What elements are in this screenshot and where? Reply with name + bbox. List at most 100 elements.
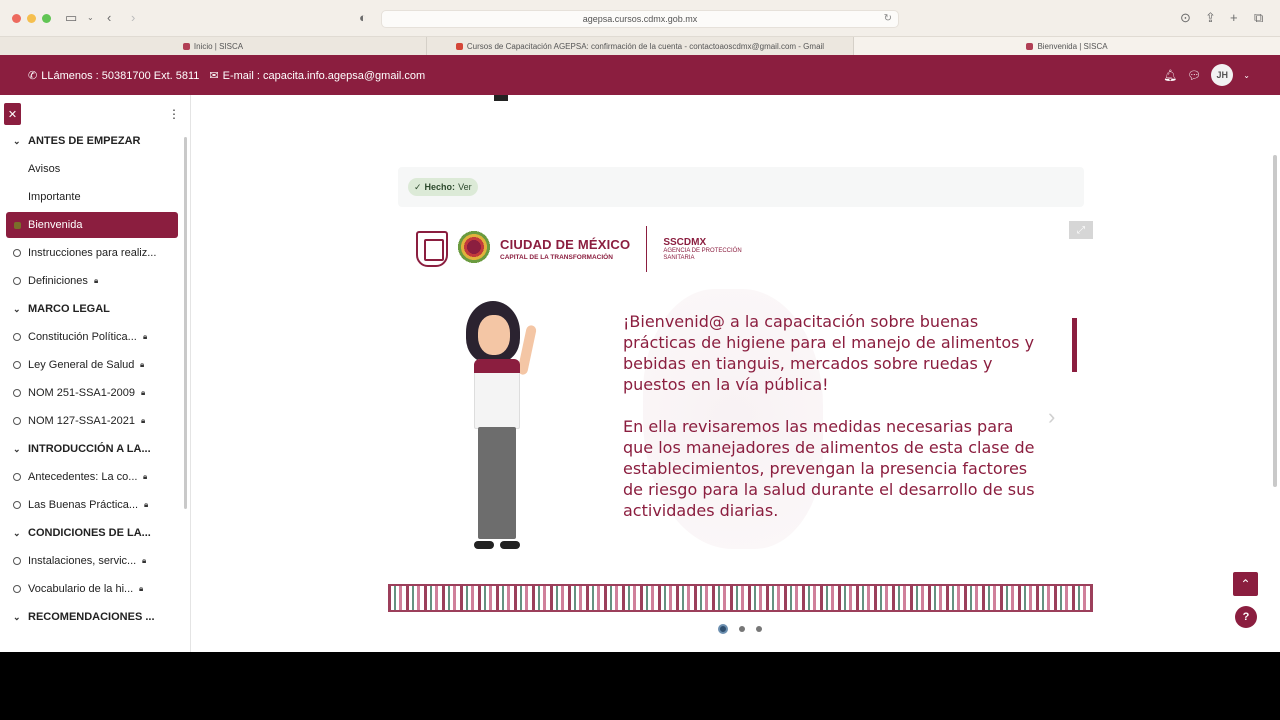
accent-bar <box>1072 318 1077 372</box>
check-icon: ✓ <box>414 181 422 192</box>
new-tab-icon[interactable]: + <box>1230 10 1238 26</box>
cdmx-wordmark: CIUDAD DE MÉXICO CAPITAL DE LA TRANSFORM… <box>500 237 630 261</box>
avatar[interactable]: JH <box>1211 64 1234 86</box>
sidebar-item[interactable]: Instrucciones para realiz... <box>0 242 184 264</box>
sidebar-item-label: Las Buenas Práctica... <box>28 499 139 511</box>
tab-label: Cursos de Capacitación AGEPSA: confirmac… <box>466 41 825 51</box>
sidebar-item-label: Bienvenida <box>28 219 83 231</box>
pagination-dot[interactable] <box>718 624 728 634</box>
download-icon[interactable]: ⊙ <box>1180 10 1191 26</box>
done-badge[interactable]: ✓ Hecho: Ver <box>408 178 478 196</box>
phone-text: LLámenos : 50381700 Ext. 5811 <box>41 69 200 82</box>
close-sidebar-button[interactable]: ✕ <box>4 103 21 125</box>
share-icon[interactable]: ⇪ <box>1205 10 1216 26</box>
tab-label: Bienvenida | SISCA <box>1037 41 1108 51</box>
chevron-down-icon[interactable]: ⌄ <box>13 304 21 315</box>
chevron-down-icon[interactable]: ⌄ <box>13 528 21 539</box>
bell-icon[interactable]: 🔔︎ <box>1163 69 1177 82</box>
chevron-down-icon[interactable]: ⌄ <box>13 444 21 455</box>
character-illustration <box>456 301 556 571</box>
tab-inicio[interactable]: Inicio | SISCA <box>0 37 427 56</box>
lock-icon: 🔒︎ <box>143 472 148 481</box>
sidebar-section[interactable]: ⌄ RECOMENDACIONES ... <box>0 606 184 628</box>
sidebar-item[interactable]: Antecedentes: La co... 🔒︎ <box>0 466 184 488</box>
next-slide-icon[interactable]: › <box>1048 404 1055 430</box>
pagination-dot[interactable] <box>739 626 745 632</box>
gmail-favicon-icon <box>455 43 463 50</box>
chat-icon[interactable]: 💬︎ <box>1187 69 1201 82</box>
privacy-shield-icon[interactable]: ◐ <box>359 10 367 26</box>
reload-icon[interactable]: ↻ <box>884 13 892 24</box>
sidebar-item-label: Instalaciones, servic... <box>28 555 137 567</box>
sidebar-item-active[interactable]: Bienvenida <box>6 212 178 238</box>
sidebar-section[interactable]: ⌄ MARCO LEGAL <box>0 298 184 320</box>
embroidery-border <box>388 584 1093 612</box>
chevron-down-icon[interactable]: ⌄ <box>87 10 94 26</box>
sidebar-section[interactable]: ⌄ ANTES DE EMPEZAR <box>0 130 184 152</box>
circle-icon <box>13 277 21 285</box>
phone-icon: ✆ <box>28 70 38 82</box>
back-to-top-button[interactable]: ⌃ <box>1233 572 1258 596</box>
agency-wordmark: SSCDMX AGENCIA DE PROTECCIÓN SANITARIA <box>663 237 741 262</box>
sidebar-item[interactable]: NOM 251-SSA1-2009 🔒︎ <box>0 382 184 404</box>
sidebar-item-label: Avisos <box>28 163 61 175</box>
welcome-slide: ⤢ CIUDAD DE MÉXICO CAPITAL DE LA TRANSFO… <box>388 219 1093 614</box>
minimize-window-button[interactable] <box>27 14 36 23</box>
forward-icon[interactable]: › <box>131 10 135 26</box>
sidebar-item-label: Definiciones <box>28 275 88 287</box>
circle-icon <box>13 361 21 369</box>
address-bar[interactable]: agepsa.cursos.cdmx.gob.mx ↻ <box>381 10 899 28</box>
sidebar-item[interactable]: Avisos <box>0 158 184 180</box>
completion-bar: ✓ Hecho: Ver <box>398 167 1084 207</box>
close-window-button[interactable] <box>12 14 21 23</box>
sidebar-item-label: Instrucciones para realiz... <box>28 247 157 259</box>
circle-icon <box>13 333 21 341</box>
sidebar-scrollbar[interactable] <box>184 137 187 509</box>
screen: ▭ ⌄ ‹ › ◐ agepsa.cursos.cdmx.gob.mx ↻ ⊙ … <box>0 0 1280 652</box>
sidebar-item[interactable]: Ley General de Salud 🔒︎ <box>0 354 184 376</box>
sidebar-section[interactable]: ⌄ CONDICIONES DE LA... <box>0 522 184 544</box>
sidebar-item-label: Ley General de Salud <box>28 359 135 371</box>
flower-logo <box>456 229 492 269</box>
sidebar-section[interactable]: ⌄ INTRODUCCIÓN A LA... <box>0 438 184 460</box>
chevron-down-icon[interactable]: ⌄ <box>1243 71 1250 80</box>
sidebar-item[interactable]: Las Buenas Práctica... 🔒︎ <box>0 494 184 516</box>
sidebar-item[interactable]: Constitución Política... 🔒︎ <box>0 326 184 348</box>
main-scrollbar[interactable] <box>1273 155 1277 487</box>
sidebar-toggle-icon[interactable]: ▭ <box>65 10 77 26</box>
browser-toolbar: ▭ ⌄ ‹ › ◐ agepsa.cursos.cdmx.gob.mx ↻ ⊙ … <box>0 0 1280 36</box>
url-text: agepsa.cursos.cdmx.gob.mx <box>582 14 698 24</box>
slide-pagination <box>718 624 762 634</box>
chevron-down-icon[interactable]: ⌄ <box>13 136 21 147</box>
tab-label: Inicio | SISCA <box>193 41 244 51</box>
expand-icon[interactable]: ⤢ <box>1069 221 1093 239</box>
pagination-dot[interactable] <box>756 626 762 632</box>
sidebar-item[interactable]: Vocabulario de la hi... 🔒︎ <box>0 578 184 600</box>
sidebar-item-label: ANTES DE EMPEZAR <box>28 135 141 147</box>
sidebar-item[interactable]: Definiciones 🔒︎ <box>0 270 184 292</box>
back-icon[interactable]: ‹ <box>107 10 111 26</box>
lock-icon: 🔒︎ <box>94 276 99 285</box>
kebab-menu-icon[interactable]: ⋮ <box>168 107 180 121</box>
sidebar-item[interactable]: Importante <box>0 186 184 208</box>
sidebar-item-label: MARCO LEGAL <box>28 303 110 315</box>
tab-bienvenida[interactable]: Bienvenida | SISCA <box>854 37 1280 56</box>
logo-header: CIUDAD DE MÉXICO CAPITAL DE LA TRANSFORM… <box>416 225 742 273</box>
sidebar-item[interactable]: NOM 127-SSA1-2021 🔒︎ <box>0 410 184 432</box>
sidebar-item-label: NOM 251-SSA1-2009 <box>28 387 135 399</box>
sidebar-item-label: Constitución Política... <box>28 331 137 343</box>
tab-gmail[interactable]: Cursos de Capacitación AGEPSA: confirmac… <box>427 37 854 56</box>
sidebar-item-label: CONDICIONES DE LA... <box>28 527 151 539</box>
circle-icon <box>13 417 21 425</box>
lock-icon: 🔒︎ <box>143 332 148 341</box>
lock-icon: 🔒︎ <box>141 388 146 397</box>
sidebar-item[interactable]: Instalaciones, servic... 🔒︎ <box>0 550 184 572</box>
chevron-down-icon[interactable]: ⌄ <box>13 612 21 623</box>
zoom-window-button[interactable] <box>42 14 51 23</box>
sidebar-item-label: Vocabulario de la hi... <box>28 583 134 595</box>
logo-agency-sub2: SANITARIA <box>663 254 695 261</box>
done-label: Hecho: <box>424 182 456 192</box>
tab-overview-icon[interactable]: ⧉ <box>1254 10 1263 26</box>
help-button[interactable]: ? <box>1235 606 1257 628</box>
done-action: Ver <box>458 182 472 192</box>
